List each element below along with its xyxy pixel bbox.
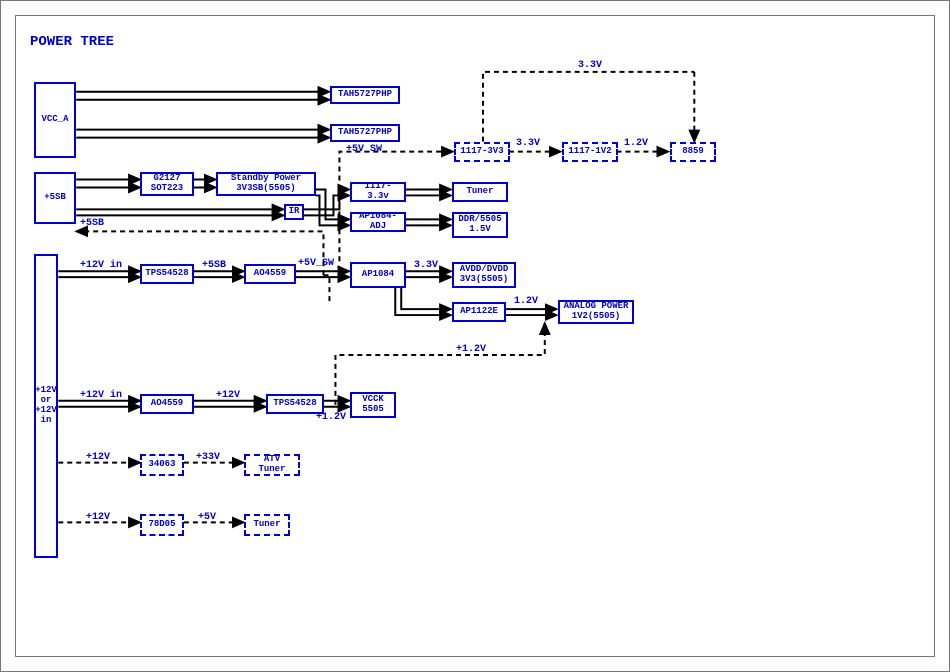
label-5v-d: +5V (198, 512, 216, 523)
diagram-title: POWER TREE (30, 34, 114, 50)
block-ddr-5505: DDR/5505 1.5V (452, 212, 508, 238)
block-tuner-a: Tuner (452, 182, 508, 202)
label-33v-top: 3.3V (516, 138, 540, 149)
block-12v-source: +12V or +12V in (34, 254, 58, 558)
block-tuner-dash: Tuner (244, 514, 290, 536)
wiring-layer (16, 16, 934, 656)
block-vcc-a: VCC_A (34, 82, 76, 158)
block-vcck: VCCK 5505 (350, 392, 396, 418)
label-12v-top: 1.2V (624, 138, 648, 149)
label-12vin-a: +12V in (80, 260, 122, 271)
block-8859-dash: 8859 (670, 142, 716, 162)
block-tah-bottom: TAH5727PHP (330, 124, 400, 142)
label-33v-mid: 3.3V (414, 260, 438, 271)
block-avdd-dvdd: AVDD/DVDD 3V3(5505) (452, 262, 516, 288)
block-standby-power: Standby Power 3V3SB(5505) (216, 172, 316, 196)
label-33v-d: +33V (196, 452, 220, 463)
block-5sb: +5SB (34, 172, 76, 224)
label-5v-sw-mid: +5V_SW (298, 258, 334, 269)
label-12v-c: +1.2V (316, 412, 346, 423)
label-12v-loop: +1.2V (456, 344, 486, 355)
diagram-inner-frame: POWER TREE VCC_A +5SB +12V or +12V in TA… (15, 15, 935, 657)
label-12v-b: +12V (216, 390, 240, 401)
block-ao4559-a: AO4559 (244, 264, 296, 284)
block-1117-33v: 1117-3.3v (350, 182, 406, 202)
label-33v-topmost: 3.3V (578, 60, 602, 71)
label-12v-d2: +12V (86, 512, 110, 523)
block-34063-dash: 34063 (140, 454, 184, 476)
label-12vin-b: +12V in (80, 390, 122, 401)
block-tah-top: TAH5727PHP (330, 86, 400, 104)
block-ap1122e: AP1122E (452, 302, 506, 322)
label-5sb-a: +5SB (80, 218, 104, 229)
block-1117-1v2-dash: 1117-1V2 (562, 142, 618, 162)
block-ap1084-adj: AP1084-ADJ (350, 212, 406, 232)
block-ao4559-b: AO4559 (140, 394, 194, 414)
label-5sb-b: +5SB (202, 260, 226, 271)
block-1117-3v3-dash: 1117-3V3 (454, 142, 510, 162)
block-78d05-dash: 78D05 (140, 514, 184, 536)
block-analog-power: ANALOG POWER 1V2(5505) (558, 300, 634, 324)
block-tps54528-b: TPS54528 (266, 394, 324, 414)
diagram-sheet: POWER TREE VCC_A +5SB +12V or +12V in TA… (0, 0, 950, 672)
block-ir: IR (284, 204, 304, 220)
label-12v-d1: +12V (86, 452, 110, 463)
block-g2127: G2127 SOT223 (140, 172, 194, 196)
label-5v-sw-top: +5V_SW (346, 144, 382, 155)
block-atv-tuner-dash: ATV Tuner (244, 454, 300, 476)
label-12v-mid: 1.2V (514, 296, 538, 307)
block-ap1084: AP1084 (350, 262, 406, 288)
block-tps54528-a: TPS54528 (140, 264, 194, 284)
